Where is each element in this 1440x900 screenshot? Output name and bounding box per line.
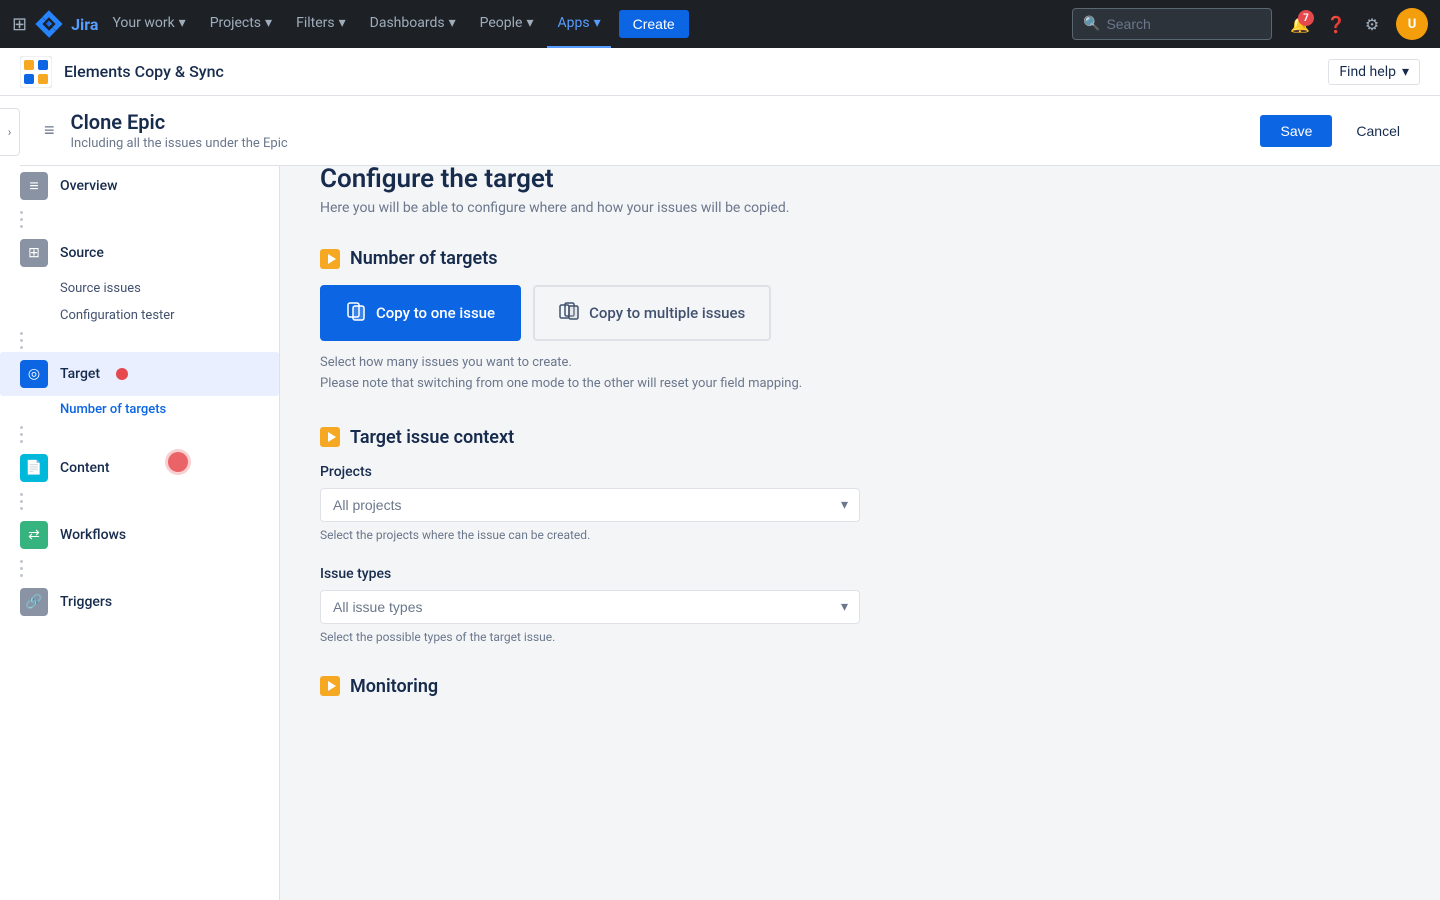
nav-your-work[interactable]: Your work▾ [102, 0, 195, 48]
projects-select[interactable]: All projects [320, 488, 860, 522]
clone-epic-title: Clone Epic [71, 110, 1261, 134]
nav-dashboards[interactable]: Dashboards▾ [360, 0, 466, 48]
search-input[interactable] [1106, 16, 1246, 32]
target-buttons: Copy to one issue Copy to multiple issue… [320, 285, 1400, 341]
nav-apps[interactable]: Apps▾ [547, 0, 610, 48]
sidebar-item-target[interactable]: ◎ Target [0, 352, 279, 396]
sidebar-item-source[interactable]: ⊞ Source [0, 231, 279, 275]
notifications-button[interactable]: 🔔 7 [1284, 8, 1316, 40]
number-of-targets-title: Number of targets [350, 248, 498, 269]
cancel-button[interactable]: Cancel [1340, 115, 1416, 147]
sidebar-target-label: Target [60, 366, 100, 382]
section-header: Number of targets [320, 248, 1400, 269]
sidebar-dots-1 [0, 208, 279, 231]
menu-icon: ≡ [44, 120, 55, 141]
grid-icon[interactable]: ⊞ [12, 14, 27, 35]
sidebar-content-label: Content [60, 460, 110, 476]
sidebar-source-issues[interactable]: Source issues [0, 275, 279, 302]
left-sidebar: ≡ Overview ⊞ Source Source issues Config… [0, 96, 280, 900]
chevron-down-icon: ▾ [1402, 64, 1409, 80]
sidebar-dots-2 [0, 329, 279, 352]
save-button[interactable]: Save [1260, 115, 1332, 147]
sidebar-overview-label: Overview [60, 178, 117, 194]
monitoring-section: Monitoring [320, 676, 1400, 697]
workflows-icon: ⇄ [20, 521, 48, 549]
monitoring-header: Monitoring [320, 676, 1400, 697]
target-context-header: Target issue context [320, 427, 1400, 448]
sidebar-num-targets[interactable]: Number of targets [0, 396, 279, 423]
target-icon: ◎ [20, 360, 48, 388]
sidebar-dots-4 [0, 490, 279, 513]
jira-logo[interactable]: Jira [35, 10, 98, 38]
main-layout: ≡ Clone Epic Including all the issues un… [0, 96, 1440, 900]
page-title: Configure the target [320, 164, 1400, 194]
clone-banner-actions: Save Cancel [1260, 115, 1416, 147]
target-context-title: Target issue context [350, 427, 514, 448]
copy-one-icon [346, 301, 366, 325]
target-help-text: Select how many issues you want to creat… [320, 353, 1400, 395]
clone-banner: ≡ Clone Epic Including all the issues un… [20, 96, 1440, 166]
topnav-icons: 🔔 7 ❓ ⚙ U [1284, 8, 1428, 40]
issue-types-select-wrapper[interactable]: All issue types [320, 590, 860, 624]
projects-label: Projects [320, 464, 1400, 480]
chevron-right-icon: › [8, 125, 12, 139]
target-red-dot [116, 368, 128, 380]
page-subtitle: Here you will be able to configure where… [320, 200, 1400, 216]
jira-logo-svg [35, 10, 63, 38]
copy-one-label: Copy to one issue [376, 304, 495, 322]
notification-badge: 7 [1298, 10, 1314, 26]
sidebar-dots-3 [0, 423, 279, 446]
section-icon-context [320, 427, 340, 447]
target-issue-context-section: Target issue context Projects All projec… [320, 427, 1400, 644]
nav-projects[interactable]: Projects▾ [200, 0, 282, 48]
issue-types-label: Issue types [320, 566, 1400, 582]
sidebar-triggers-label: Triggers [60, 594, 112, 610]
sidebar-workflows-label: Workflows [60, 527, 126, 543]
clone-banner-content: Clone Epic Including all the issues unde… [71, 110, 1261, 151]
copy-multiple-label: Copy to multiple issues [589, 304, 745, 322]
nav-filters[interactable]: Filters▾ [286, 0, 356, 48]
sidebar-config-tester[interactable]: Configuration tester [0, 302, 279, 329]
issue-types-select[interactable]: All issue types [320, 590, 860, 624]
find-help-button[interactable]: Find help ▾ [1328, 59, 1420, 85]
projects-hint: Select the projects where the issue can … [320, 528, 1400, 542]
clone-epic-subtitle: Including all the issues under the Epic [71, 136, 1261, 151]
sidebar-dots-5 [0, 557, 279, 580]
issue-types-field-group: Issue types All issue types Select the p… [320, 566, 1400, 644]
create-button[interactable]: Create [619, 10, 689, 38]
monitoring-title: Monitoring [350, 676, 438, 697]
nav-people[interactable]: People▾ [470, 0, 544, 48]
number-of-targets-section: Number of targets Copy to one issue [320, 248, 1400, 395]
section-icon-monitoring [320, 676, 340, 696]
app-title: Elements Copy & Sync [64, 62, 224, 81]
copy-one-button[interactable]: Copy to one issue [320, 285, 521, 341]
sidebar-item-content[interactable]: 📄 Content [0, 446, 279, 490]
app-logo [20, 56, 52, 88]
section-icon-targets [320, 249, 340, 269]
user-avatar[interactable]: U [1396, 8, 1428, 40]
copy-multiple-button[interactable]: Copy to multiple issues [533, 285, 771, 341]
overview-icon: ≡ [20, 172, 48, 200]
sidebar-toggle[interactable]: › [0, 108, 20, 156]
sidebar-item-overview[interactable]: ≡ Overview [0, 164, 279, 208]
find-help-label: Find help [1339, 64, 1396, 80]
app-header: Elements Copy & Sync Find help ▾ [0, 48, 1440, 96]
sidebar-source-label: Source [60, 245, 104, 261]
sidebar-item-workflows[interactable]: ⇄ Workflows [0, 513, 279, 557]
content-area: Configure the target Here you will be ab… [280, 96, 1440, 900]
source-icon: ⊞ [20, 239, 48, 267]
jira-text: Jira [71, 15, 98, 34]
search-box[interactable]: 🔍 [1072, 8, 1272, 40]
settings-button[interactable]: ⚙ [1356, 8, 1388, 40]
help-button[interactable]: ❓ [1320, 8, 1352, 40]
copy-multiple-icon [559, 301, 579, 325]
triggers-icon: 🔗 [20, 588, 48, 616]
issue-types-hint: Select the possible types of the target … [320, 630, 1400, 644]
content-icon: 📄 [20, 454, 48, 482]
projects-select-wrapper[interactable]: All projects [320, 488, 860, 522]
top-navigation: ⊞ Jira Your work▾ Projects▾ Filters▾ Das… [0, 0, 1440, 48]
projects-field-group: Projects All projects Select the project… [320, 464, 1400, 542]
sidebar-item-triggers[interactable]: 🔗 Triggers [0, 580, 279, 624]
search-icon: 🔍 [1083, 16, 1100, 32]
